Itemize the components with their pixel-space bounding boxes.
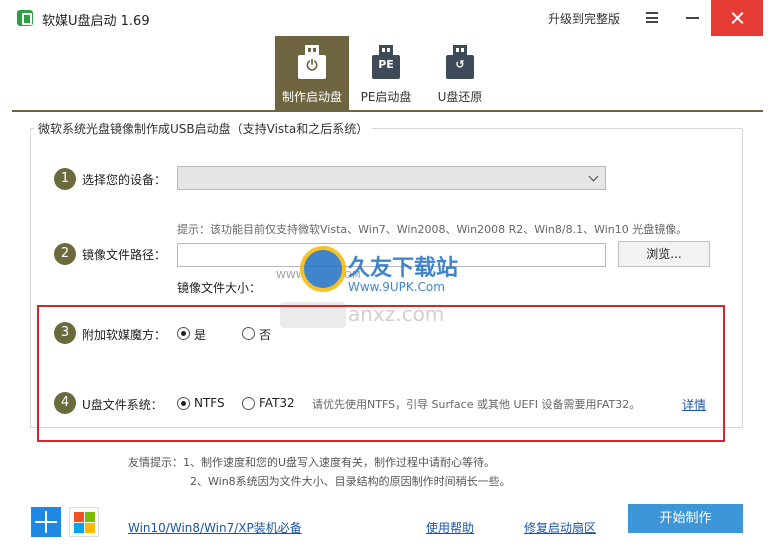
close-button[interactable] [711, 0, 763, 36]
device-label: 选择您的设备： [82, 173, 167, 187]
repair-boot-sector-link[interactable]: 修复启动扇区 [524, 519, 596, 536]
tabs-divider [12, 110, 763, 112]
tab-make-boot-disk[interactable]: ⏻ 制作启动盘 [275, 36, 349, 110]
chevron-down-icon [588, 171, 599, 182]
tips-line-1: 友情提示：1、制作速度和您的U盘写入速度有关，制作过程中请耐心等待。 [128, 456, 496, 469]
tips-line-2: 2、Win8系统因为文件大小、目录结构的原因制作时间稍长一些。 [190, 475, 511, 488]
app-title: 软媒U盘启动 1.69 [42, 14, 150, 29]
menu-icon[interactable] [646, 12, 658, 23]
tab-label: PE启动盘 [360, 90, 412, 104]
image-path-label: 镜像文件路径： [82, 248, 167, 262]
step-1-badge: 1 [54, 168, 76, 190]
tab-label: U盘还原 [437, 90, 483, 104]
usb-pe-icon: PE [372, 45, 400, 79]
title-bar: 软媒U盘启动 1.69 升级到完整版 [0, 0, 775, 36]
windows10-logo-icon [31, 507, 61, 537]
tab-label: 制作启动盘 [281, 90, 342, 104]
os-install-link[interactable]: Win10/Win8/Win7/XP装机必备 [128, 519, 302, 536]
help-link[interactable]: 使用帮助 [426, 519, 474, 536]
image-size-label: 镜像文件大小： [177, 281, 262, 295]
group-title: 微软系统光盘镜像制作成USB启动盘（支持Vista和之后系统） [34, 120, 373, 137]
device-select[interactable] [177, 166, 606, 190]
windows7-logo-icon [69, 507, 99, 537]
watermark-url: Www.9UPK.Com [348, 280, 445, 294]
image-hint: 提示：该功能目前仅支持微软Vista、Win7、Win2008、Win2008 … [177, 223, 688, 236]
highlight-box [37, 305, 725, 442]
usb-power-icon: ⏻ [298, 45, 326, 79]
browse-button[interactable]: 浏览... [618, 241, 710, 267]
step-2-badge: 2 [54, 243, 76, 265]
watermark-logo-icon [300, 246, 346, 292]
usb-restore-icon: ↺ [446, 45, 474, 79]
tab-usb-restore[interactable]: ↺ U盘还原 [423, 36, 497, 110]
start-button[interactable]: 开始制作 [628, 504, 743, 533]
tab-pe-boot-disk[interactable]: PE PE启动盘 [349, 36, 423, 110]
app-logo-icon [17, 10, 33, 26]
upgrade-link[interactable]: 升级到完整版 [548, 10, 620, 27]
minimize-icon[interactable] [686, 17, 699, 19]
watermark-brand: 久友下载站 [348, 256, 459, 281]
